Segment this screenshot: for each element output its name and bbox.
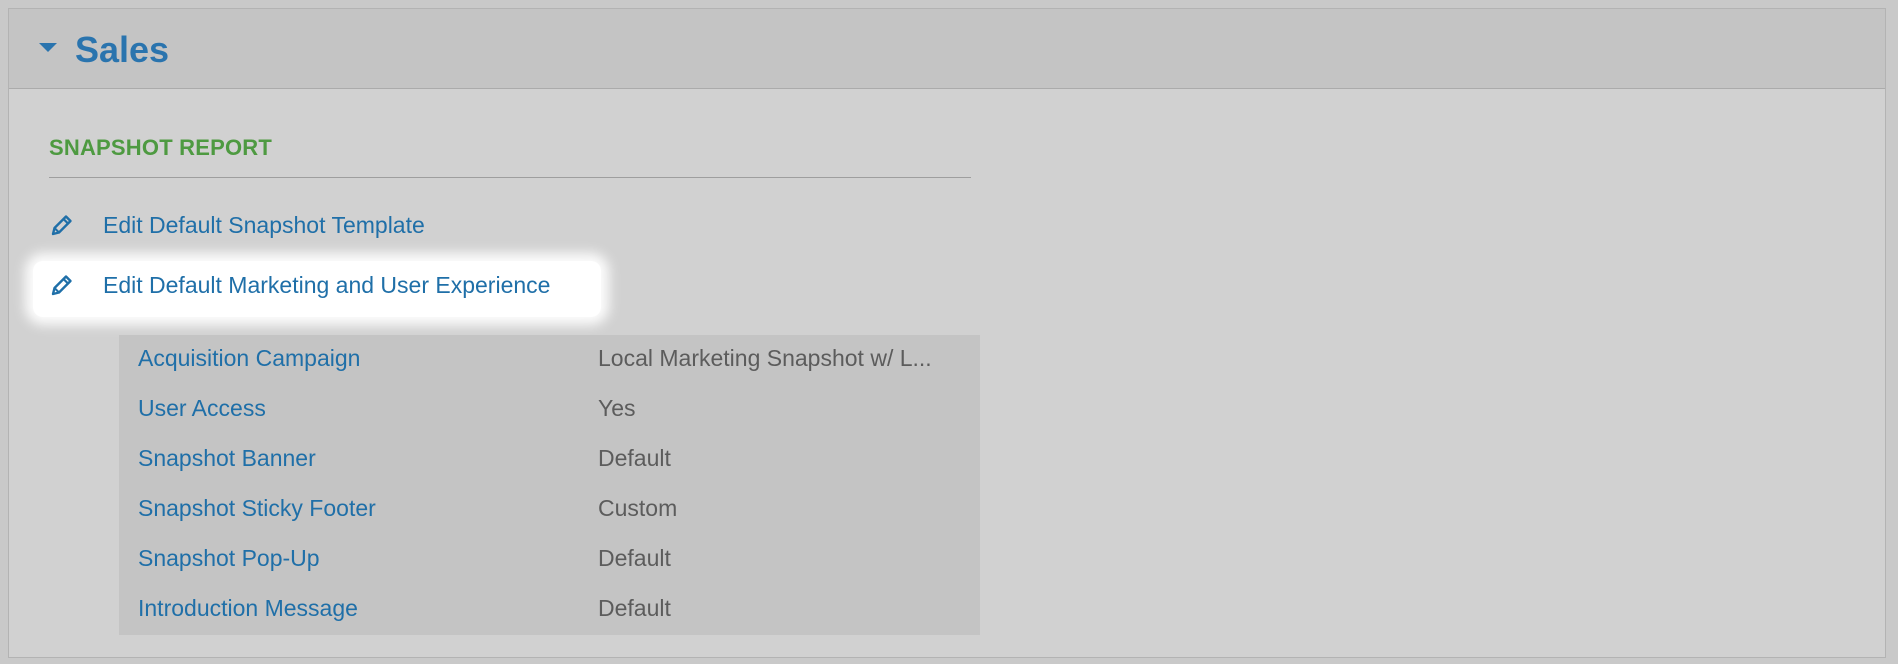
detail-row: Snapshot Pop-Up Default — [119, 535, 980, 585]
edit-default-snapshot-template-link[interactable]: Edit Default Snapshot Template — [49, 205, 425, 245]
edit-default-marketing-ux-link[interactable]: Edit Default Marketing and User Experien… — [49, 265, 550, 305]
detail-value: Custom — [598, 495, 678, 521]
detail-value: Default — [598, 545, 671, 571]
detail-value: Default — [598, 595, 671, 621]
detail-key-snapshot-sticky-footer[interactable]: Snapshot Sticky Footer — [138, 495, 376, 522]
detail-value: Default — [598, 445, 671, 471]
pencil-icon — [49, 212, 75, 238]
details-table: Acquisition Campaign Local Marketing Sna… — [119, 335, 980, 635]
detail-row: Snapshot Banner Default — [119, 435, 980, 485]
detail-key-introduction-message[interactable]: Introduction Message — [138, 595, 358, 622]
detail-key-snapshot-banner[interactable]: Snapshot Banner — [138, 445, 316, 472]
section-divider — [49, 177, 971, 178]
section-heading: SNAPSHOT REPORT — [49, 135, 273, 160]
detail-key-snapshot-pop-up[interactable]: Snapshot Pop-Up — [138, 545, 320, 572]
detail-row: Introduction Message Default — [119, 585, 980, 635]
detail-value: Local Marketing Snapshot w/ L... — [598, 345, 932, 371]
collapse-triangle-icon[interactable] — [39, 43, 57, 52]
panel-title[interactable]: Sales — [75, 30, 169, 70]
action-label: Edit Default Marketing and User Experien… — [103, 271, 551, 298]
detail-row: Snapshot Sticky Footer Custom — [119, 485, 980, 535]
detail-value: Yes — [598, 395, 636, 421]
detail-key-acquisition-campaign[interactable]: Acquisition Campaign — [138, 345, 360, 372]
detail-key-user-access[interactable]: User Access — [138, 395, 266, 422]
pencil-icon — [49, 272, 75, 298]
panel-header: Sales — [9, 9, 1885, 89]
detail-row: User Access Yes — [119, 385, 980, 435]
sales-panel: Sales SNAPSHOT REPORT Edit Default Snaps… — [8, 8, 1886, 658]
detail-row: Acquisition Campaign Local Marketing Sna… — [119, 335, 980, 385]
action-label: Edit Default Snapshot Template — [103, 211, 425, 238]
